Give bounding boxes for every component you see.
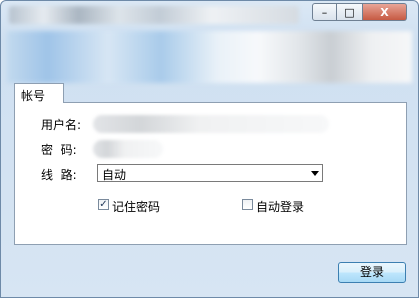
- route-select[interactable]: 自动: [97, 164, 323, 182]
- chevron-down-icon: [311, 171, 319, 176]
- username-label: 用户名:: [41, 118, 82, 132]
- tab-account-label: 帐号: [21, 89, 46, 103]
- login-button-label: 登录: [359, 265, 384, 279]
- route-selected-value: 自动: [102, 168, 127, 182]
- auto-login-label: 自动登录: [256, 200, 305, 214]
- window-title-blurred: [9, 6, 299, 24]
- close-button[interactable]: X: [363, 3, 407, 21]
- remember-password-label: 记住密码: [112, 200, 161, 214]
- password-label: 密 码:: [41, 143, 77, 157]
- login-window: – □ X 帐号 用户名: 密 码: 线 路: 自动 ✓ 记住密码 自动登录 登…: [0, 0, 419, 298]
- account-panel: 用户名: 密 码: 线 路: 自动 ✓ 记住密码 自动登录: [14, 102, 407, 245]
- checkmark-icon: ✓: [99, 199, 108, 210]
- minimize-icon: –: [321, 5, 328, 19]
- password-field[interactable]: [93, 140, 163, 158]
- username-field[interactable]: [93, 115, 329, 133]
- title-bar[interactable]: – □ X: [1, 1, 418, 29]
- remember-password-checkbox[interactable]: ✓: [98, 199, 109, 210]
- tab-account[interactable]: 帐号: [14, 83, 64, 103]
- close-icon: X: [380, 5, 389, 19]
- login-button[interactable]: 登录: [338, 262, 406, 283]
- maximize-icon: □: [344, 5, 355, 19]
- maximize-button[interactable]: □: [337, 3, 363, 21]
- auto-login-checkbox[interactable]: [242, 199, 253, 210]
- route-label: 线 路:: [41, 168, 77, 182]
- minimize-button[interactable]: –: [312, 3, 337, 21]
- banner-image-blurred: [7, 31, 412, 83]
